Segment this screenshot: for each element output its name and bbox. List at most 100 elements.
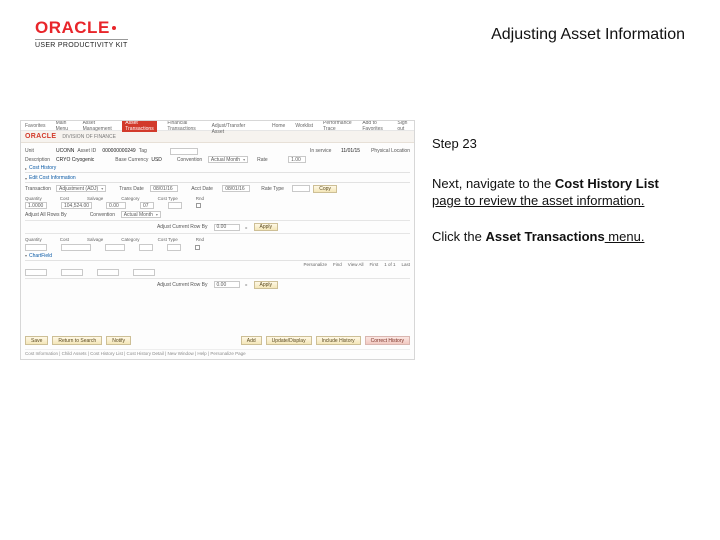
include-history-button[interactable]: Include History (316, 336, 361, 345)
asset-header-row1: Unit UCONN Asset ID 000000000249 Tag In … (25, 148, 410, 155)
page-footer: Save Return to Search Notify Add Update/… (21, 336, 414, 345)
label: Base Currency (115, 157, 148, 163)
tag-field[interactable] (170, 148, 198, 155)
label: Adjust Current Row By (157, 224, 208, 230)
cost-type-field[interactable] (168, 202, 182, 209)
project-field[interactable] (133, 269, 155, 276)
salvage-field[interactable] (105, 244, 125, 251)
label: Unit (25, 148, 53, 154)
transaction-select[interactable]: Adjustment (ADJ) (56, 185, 106, 192)
nav-link[interactable]: Home (272, 123, 285, 129)
correct-history-button[interactable]: Correct History (365, 336, 410, 345)
col-header: Category (121, 237, 139, 242)
adjust-amount-field[interactable]: 0.00 (214, 281, 240, 288)
notify-button[interactable]: Notify (106, 336, 131, 345)
oracle-word: ORACLE (25, 133, 56, 140)
nav-link[interactable]: Add to Favorites (362, 120, 387, 132)
trans-date-field[interactable]: 08/01/16 (150, 185, 178, 192)
first-link[interactable]: First (369, 262, 378, 267)
breadcrumb: Favorites Main Menu Asset Management Ass… (21, 121, 414, 131)
col-header: Cost Type (158, 196, 178, 201)
rate-field[interactable]: 1.00 (288, 156, 306, 163)
salvage-field[interactable]: 0.00 (106, 202, 126, 209)
label: Adjust All Rows By (25, 212, 67, 218)
oracle-logo: ORACLE (35, 18, 128, 38)
label: Adjust Current Row By (157, 282, 208, 288)
brand-block: ORACLE USER PRODUCTIVITY KIT (35, 18, 128, 49)
update-button[interactable]: Update/Display (266, 336, 312, 345)
label: In service (310, 148, 338, 154)
quantity-field[interactable] (25, 244, 47, 251)
label: Convention (90, 212, 118, 218)
adjust-amount-field[interactable]: 0.00 (214, 224, 240, 231)
crumb[interactable]: Favorites (25, 123, 46, 129)
col-header: Quantity (25, 237, 42, 242)
viewall-link[interactable]: View All (348, 262, 364, 267)
rnd-checkbox[interactable] (195, 245, 200, 250)
label: Asset ID (77, 148, 99, 154)
fund-field[interactable] (25, 269, 47, 276)
category-field[interactable]: 07 (140, 202, 154, 209)
text: page to review the asset information. (432, 193, 644, 208)
value: 11/01/15 (341, 148, 360, 154)
text: Click the (432, 229, 485, 244)
col-header: Salvage (87, 237, 103, 242)
cost-history-header[interactable]: Cost History (25, 165, 410, 173)
rnd-checkbox[interactable] (196, 203, 201, 208)
crumb[interactable]: Asset Management (83, 120, 113, 132)
acct-date-field[interactable]: 08/01/16 (222, 185, 250, 192)
step-label: Step 23 (432, 135, 690, 153)
find-link[interactable]: Find (333, 262, 342, 267)
crumb[interactable]: Main Menu (56, 120, 73, 132)
last-link[interactable]: Last (401, 262, 410, 267)
cost-field[interactable] (61, 244, 91, 251)
return-button[interactable]: Return to Search (52, 336, 102, 345)
app-screenshot: Favorites Main Menu Asset Management Ass… (20, 120, 415, 360)
page-title: Adjusting Asset Information (491, 26, 685, 44)
col-header: Cost (60, 237, 69, 242)
instruction-panel: Step 23 Next, navigate to the Cost Histo… (432, 135, 690, 263)
add-button[interactable]: Add (241, 336, 262, 345)
nav-link[interactable]: Worklist (295, 123, 313, 129)
chartfield-header[interactable]: ChartField (25, 253, 410, 261)
asset-header-row2: Description CRYO Cryogenic Base Currency… (25, 156, 410, 163)
col-header: Cost (60, 196, 69, 201)
edit-cost-info-header[interactable]: Edit Cost Information (25, 175, 410, 183)
convention-select[interactable]: Actual Month (208, 156, 248, 163)
apply-button[interactable]: Apply (254, 223, 279, 231)
text: Next, navigate to the (432, 176, 555, 191)
save-button[interactable]: Save (25, 336, 48, 345)
lookup-icon[interactable]: ▸ (246, 282, 248, 287)
asset-transactions-menu[interactable]: Asset Transactions (122, 120, 157, 132)
cost-type-field[interactable] (167, 244, 181, 251)
label: Trans Date (119, 186, 147, 192)
label: Description (25, 157, 53, 163)
nav-link[interactable]: Performance Trace (323, 120, 352, 132)
col-header: Quantity (25, 196, 42, 201)
copy-button[interactable]: Copy (313, 185, 337, 193)
value: USD (151, 157, 162, 163)
category-field[interactable] (139, 244, 153, 251)
bottom-links[interactable]: Cost Information | Child Assets | Cost H… (25, 349, 410, 356)
label: Physical Location (371, 148, 410, 154)
personalize-link[interactable]: Personalize (304, 262, 328, 267)
rate-type-field[interactable] (292, 185, 310, 192)
quantity-field[interactable]: 1.0000 (25, 202, 47, 209)
instruction-line-1: Next, navigate to the Cost History List … (432, 175, 690, 210)
oracle-dot-icon (112, 26, 116, 30)
label: Convention (177, 157, 205, 163)
label: Rate Type (261, 186, 289, 192)
lookup-icon[interactable]: ▸ (246, 225, 248, 230)
nav-link[interactable]: Sign out (397, 120, 410, 132)
dept-field[interactable] (61, 269, 83, 276)
crumb[interactable]: Financial Transactions (167, 120, 201, 132)
bold-text: Cost History List (555, 176, 659, 191)
apply-button[interactable]: Apply (254, 281, 279, 289)
crumb[interactable]: Cost Adjust/Transfer Asset (212, 120, 252, 135)
col-header: Category (121, 196, 139, 201)
adjust-convention-select[interactable]: Actual Month (121, 211, 161, 218)
program-field[interactable] (97, 269, 119, 276)
paging-label: 1 of 1 (384, 262, 395, 267)
label: Acct Date (191, 186, 219, 192)
cost-field[interactable]: 104,524.00 (61, 202, 92, 209)
